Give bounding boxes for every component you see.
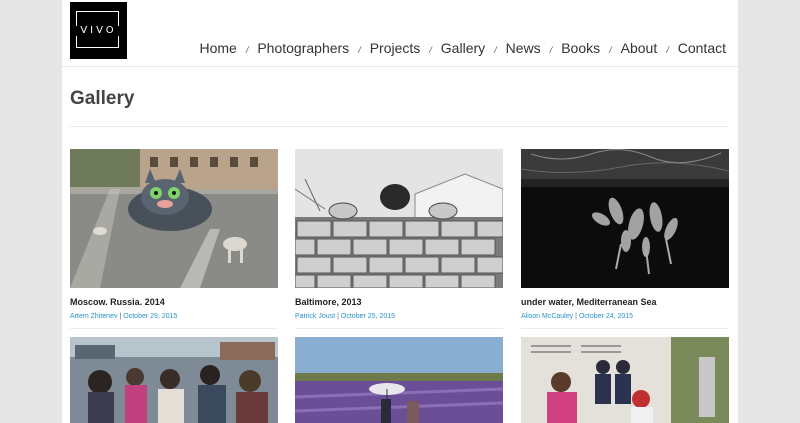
nav-separator: / xyxy=(666,45,669,55)
photo-moscow xyxy=(70,149,278,288)
photo-lavender xyxy=(295,337,503,423)
gallery-item-date[interactable]: October 25, 2015 xyxy=(341,313,395,320)
nav-books[interactable]: Books xyxy=(561,40,600,56)
nav-separator: / xyxy=(429,45,432,55)
photo-parade xyxy=(521,337,729,423)
page-title: Gallery xyxy=(70,88,135,109)
gallery-item-date[interactable]: October 24, 2015 xyxy=(579,313,633,320)
meta-separator: | xyxy=(575,313,577,320)
gallery-item-title[interactable]: Baltimore, 2013 xyxy=(295,297,503,308)
gallery-thumbnail-underwater[interactable] xyxy=(521,149,729,288)
gallery-item-author[interactable]: Artem Zhitenev xyxy=(70,313,117,320)
logo-text: VIVO xyxy=(70,26,127,36)
site-logo[interactable]: VIVO xyxy=(70,2,127,59)
gallery-item: under water, Mediterranean Sea Alison Mc… xyxy=(521,149,729,329)
gallery-thumbnail-moscow[interactable] xyxy=(70,149,278,288)
nav-gallery[interactable]: Gallery xyxy=(441,40,485,56)
meta-separator: | xyxy=(337,313,339,320)
gallery-item-author[interactable]: Patrick Joust xyxy=(295,313,335,320)
gallery-item-author[interactable]: Alison McCauley xyxy=(521,313,573,320)
site-header: VIVO Home / Photographers / Projects / G… xyxy=(62,0,738,67)
nav-photographers[interactable]: Photographers xyxy=(257,40,349,56)
meta-separator: | xyxy=(119,313,122,320)
item-divider xyxy=(70,328,278,329)
gallery-item xyxy=(521,337,729,423)
gallery-thumbnail-baltimore[interactable] xyxy=(295,149,503,288)
main-nav: Home / Photographers / Projects / Galler… xyxy=(199,40,726,56)
nav-home[interactable]: Home xyxy=(199,40,236,56)
nav-contact[interactable]: Contact xyxy=(678,40,726,56)
gallery-item: Moscow. Russia. 2014 Artem Zhitenev | Octo… xyxy=(70,149,278,329)
gallery-item-title[interactable]: under water, Mediterranean Sea xyxy=(521,297,729,308)
nav-about[interactable]: About xyxy=(621,40,658,56)
gallery-item xyxy=(295,337,503,423)
photo-crowd xyxy=(70,337,278,423)
nav-projects[interactable]: Projects xyxy=(370,40,421,56)
gallery-item-date[interactable]: October 29, 2015 xyxy=(123,313,177,320)
gallery-item-meta: Artem Zhitenev | October 29, 2015 xyxy=(70,312,278,321)
gallery-item-title[interactable]: Moscow. Russia. 2014 xyxy=(70,297,278,308)
item-divider xyxy=(521,328,729,329)
gallery-item xyxy=(70,337,278,423)
title-divider xyxy=(70,126,728,127)
gallery-item: Baltimore, 2013 Patrick Joust | October 25… xyxy=(295,149,503,329)
nav-separator: / xyxy=(245,45,249,55)
gallery-thumbnail-parade[interactable] xyxy=(521,337,729,423)
photo-underwater xyxy=(521,149,729,288)
page-container: VIVO Home / Photographers / Projects / G… xyxy=(62,0,738,423)
item-divider xyxy=(295,328,503,329)
gallery-item-meta: Alison McCauley | October 24, 2015 xyxy=(521,312,729,321)
nav-separator: / xyxy=(549,45,553,55)
gallery-item-meta: Patrick Joust | October 25, 2015 xyxy=(295,312,503,321)
gallery-thumbnail-lavender[interactable] xyxy=(295,337,503,423)
gallery-thumbnail-crowd[interactable] xyxy=(70,337,278,423)
nav-separator: / xyxy=(494,45,497,55)
nav-separator: / xyxy=(609,45,612,55)
nav-news[interactable]: News xyxy=(506,40,541,56)
photo-baltimore xyxy=(295,149,503,288)
nav-separator: / xyxy=(358,45,361,55)
